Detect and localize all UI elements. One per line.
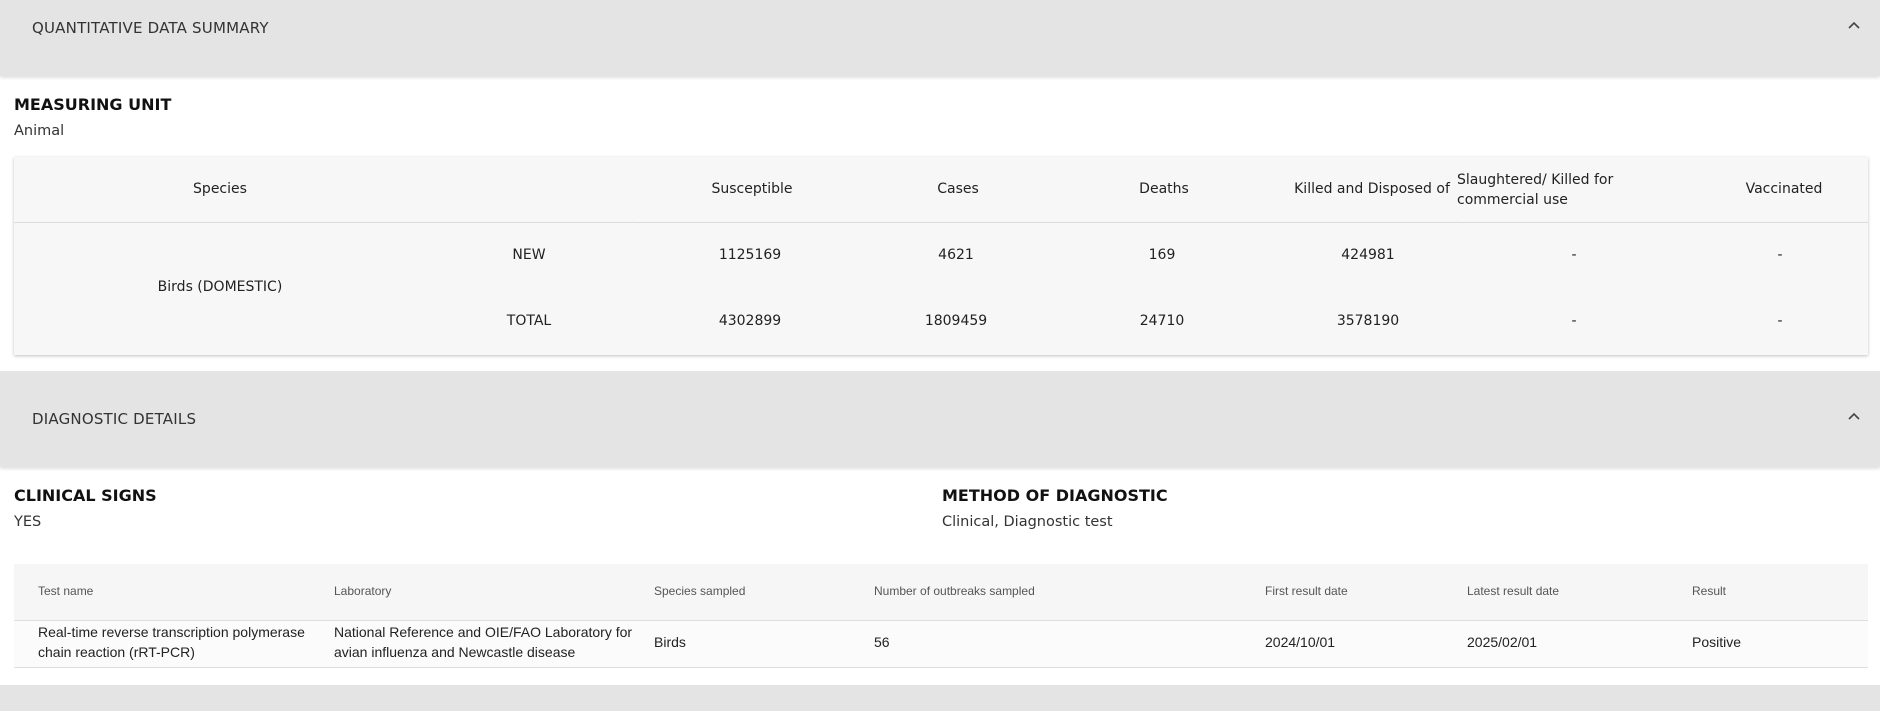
diagnostic-table-header: Test name Laboratory Species sampled Num… <box>14 564 1868 621</box>
diagnostic-table: Test name Laboratory Species sampled Num… <box>14 564 1868 668</box>
row-new-susceptible: 1125169 <box>718 247 782 263</box>
chevron-up-icon[interactable] <box>1846 409 1862 425</box>
header-latest-result-date: Latest result date <box>1467 584 1560 598</box>
row-total-slaughtered: - <box>1571 313 1577 329</box>
clinical-signs-value: YES <box>14 514 42 530</box>
row-new-slaughtered: - <box>1571 247 1577 263</box>
quantitative-table: Species Susceptible Cases Deaths Killed … <box>14 157 1868 355</box>
row-total-vaccinated: - <box>1777 313 1783 329</box>
row-total-deaths: 24710 <box>1139 313 1185 329</box>
header-test-name: Test name <box>38 584 94 598</box>
row-total-killed: 3578190 <box>1336 313 1400 329</box>
row-total-cases: 1809459 <box>924 313 988 329</box>
header-outbreaks-sampled: Number of outbreaks sampled <box>874 584 1035 598</box>
row-new-cases: 4621 <box>938 247 974 263</box>
cell-outbreaks-sampled: 56 <box>874 634 890 650</box>
row-total-susceptible: 4302899 <box>718 313 782 329</box>
row-new-killed: 424981 <box>1341 247 1395 263</box>
header-cases: Cases <box>937 181 979 197</box>
method-of-diagnostic-label: METHOD OF DIAGNOSTIC <box>942 486 1168 505</box>
quantitative-table-header: Species Susceptible Cases Deaths Killed … <box>14 157 1868 222</box>
measuring-unit-label: MEASURING UNIT <box>14 95 172 114</box>
row-total-type: TOTAL <box>506 313 552 329</box>
diagnostic-section-title: DIAGNOSTIC DETAILS <box>32 410 197 428</box>
header-first-result-date: First result date <box>1265 584 1348 598</box>
header-laboratory: Laboratory <box>334 584 392 598</box>
quantitative-section-header[interactable]: QUANTITATIVE DATA SUMMARY <box>0 0 1880 76</box>
header-susceptible: Susceptible <box>711 181 793 197</box>
header-species: Species <box>193 181 247 197</box>
header-vaccinated: Vaccinated <box>1745 181 1823 197</box>
method-of-diagnostic-value: Clinical, Diagnostic test <box>942 514 1113 530</box>
test-name-line-1: Real-time reverse transcription polymera… <box>38 624 305 640</box>
chevron-up-icon[interactable] <box>1846 18 1862 34</box>
laboratory-line-1: National Reference and OIE/FAO Laborator… <box>334 624 633 640</box>
header-slaughtered: Slaughtered/ Killed for commercial use <box>1457 172 1614 208</box>
diagnostic-section-header[interactable]: DIAGNOSTIC DETAILS <box>0 371 1880 467</box>
test-name-line-2: chain reaction (rRT-PCR) <box>38 644 195 660</box>
header-result: Result <box>1692 584 1727 598</box>
header-deaths: Deaths <box>1139 181 1189 197</box>
cell-species-sampled: Birds <box>654 634 686 650</box>
next-section-header[interactable] <box>0 685 1880 711</box>
row-new-vaccinated: - <box>1777 247 1783 263</box>
quantitative-section-title: QUANTITATIVE DATA SUMMARY <box>32 19 269 37</box>
measuring-unit-value: Animal <box>14 123 65 139</box>
cell-latest-result-date: 2025/02/01 <box>1467 634 1538 650</box>
laboratory-line-2: avian influenza and Newcastle disease <box>334 644 576 660</box>
cell-result: Positive <box>1692 634 1742 650</box>
species-cell: Birds (DOMESTIC) <box>157 279 283 295</box>
row-new-type: NEW <box>512 247 546 263</box>
table-divider <box>14 222 1868 223</box>
row-new-deaths: 169 <box>1148 247 1176 263</box>
cell-test-name: Real-time reverse transcription polymera… <box>38 622 305 662</box>
header-species-sampled: Species sampled <box>654 584 746 598</box>
clinical-signs-label: CLINICAL SIGNS <box>14 486 157 505</box>
cell-first-result-date: 2024/10/01 <box>1265 634 1336 650</box>
header-killed: Killed and Disposed of <box>1294 181 1450 197</box>
cell-laboratory: National Reference and OIE/FAO Laborator… <box>334 622 632 662</box>
